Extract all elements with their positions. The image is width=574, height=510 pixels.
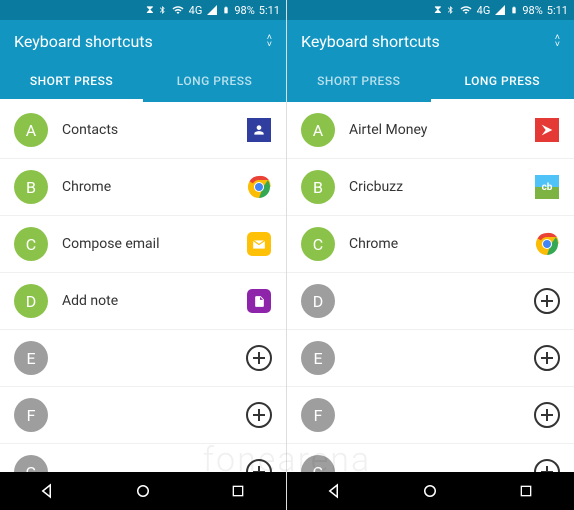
- nav-home[interactable]: [405, 482, 455, 500]
- shortcut-row[interactable]: B Chrome: [0, 159, 286, 215]
- tabs: SHORT PRESS LONG PRESS: [0, 62, 286, 102]
- add-icon[interactable]: [534, 459, 560, 472]
- shortcut-label: Contacts: [62, 122, 232, 138]
- tab-short-press[interactable]: SHORT PRESS: [0, 62, 143, 102]
- battery-icon: [222, 4, 230, 16]
- tab-long-press[interactable]: LONG PRESS: [143, 62, 286, 102]
- status-bar: ⧗ 4G 98% 5:11: [287, 0, 574, 20]
- add-icon[interactable]: [246, 459, 272, 472]
- nav-recent[interactable]: [213, 483, 263, 499]
- tabs: SHORT PRESS LONG PRESS: [287, 62, 574, 102]
- phone-left: ⧗ 4G 98% 5:11 Keyboard shortcuts ˄˅ SHOR…: [0, 0, 287, 510]
- bluetooth-icon: [158, 4, 167, 16]
- titlebar: Keyboard shortcuts ˄˅: [287, 20, 574, 62]
- status-bar: ⧗ 4G 98% 5:11: [0, 0, 286, 20]
- letter-badge: E: [14, 341, 48, 375]
- airtel-icon: [535, 118, 559, 142]
- network-label: 4G: [189, 4, 203, 17]
- letter-badge: B: [301, 170, 335, 204]
- shortcut-row[interactable]: A Airtel Money: [287, 102, 574, 158]
- shortcut-label: Chrome: [349, 236, 520, 252]
- tab-short-press[interactable]: SHORT PRESS: [287, 62, 431, 102]
- nav-back[interactable]: [23, 482, 73, 500]
- shortcut-label: Chrome: [62, 179, 232, 195]
- letter-badge: C: [301, 227, 335, 261]
- shortcut-label: Compose email: [62, 236, 232, 252]
- contacts-icon: [247, 118, 271, 142]
- signal-icon: [206, 4, 218, 16]
- hourglass-icon: ⧗: [146, 3, 154, 17]
- add-icon[interactable]: [534, 288, 560, 314]
- shortcut-list-right: A Airtel Money B Cricbuzz cb C Chrome DEF G: [287, 102, 574, 472]
- clock: 5:11: [259, 4, 280, 17]
- letter-badge: A: [301, 113, 335, 147]
- titlebar: Keyboard shortcuts ˄˅: [0, 20, 286, 62]
- shortcut-label: Add note: [62, 293, 232, 309]
- battery-percent: 98%: [234, 4, 254, 17]
- signal-icon: [494, 4, 506, 16]
- bluetooth-icon: [446, 4, 455, 16]
- letter-badge: B: [14, 170, 48, 204]
- shortcut-row[interactable]: C Chrome: [287, 216, 574, 272]
- shortcut-row[interactable]: C Compose email: [0, 216, 286, 272]
- shortcut-row[interactable]: F: [287, 387, 574, 443]
- letter-badge: A: [14, 113, 48, 147]
- shortcut-label: Airtel Money: [349, 122, 520, 138]
- letter-badge: E: [301, 341, 335, 375]
- letter-badge: F: [14, 398, 48, 432]
- shortcut-row[interactable]: F: [0, 387, 286, 443]
- letter-badge: D: [301, 284, 335, 318]
- cricbuzz-icon: cb: [535, 175, 559, 199]
- collapse-icon[interactable]: ˄˅: [555, 35, 560, 48]
- shortcut-row[interactable]: D: [287, 273, 574, 329]
- battery-icon: [510, 4, 518, 16]
- shortcut-row[interactable]: G: [0, 444, 286, 472]
- shortcut-row[interactable]: A Contacts: [0, 102, 286, 158]
- shortcut-row[interactable]: D Add note: [0, 273, 286, 329]
- wifi-icon: [459, 4, 473, 16]
- clock: 5:11: [547, 4, 568, 17]
- shortcut-row[interactable]: G: [287, 444, 574, 472]
- nav-home[interactable]: [118, 482, 168, 500]
- shortcut-row[interactable]: B Cricbuzz cb: [287, 159, 574, 215]
- mail-icon: [247, 232, 271, 256]
- page-title: Keyboard shortcuts: [301, 32, 440, 51]
- hourglass-icon: ⧗: [434, 3, 442, 17]
- collapse-icon[interactable]: ˄˅: [267, 35, 272, 48]
- add-icon[interactable]: [246, 402, 272, 428]
- letter-badge: G: [14, 455, 48, 472]
- navbar: [0, 472, 286, 510]
- add-icon[interactable]: [534, 345, 560, 371]
- battery-percent: 98%: [522, 4, 542, 17]
- add-icon[interactable]: [246, 345, 272, 371]
- network-label: 4G: [477, 4, 491, 17]
- nav-back[interactable]: [310, 482, 360, 500]
- navbar: [287, 472, 574, 510]
- chrome-icon: [247, 175, 271, 199]
- phone-right: ⧗ 4G 98% 5:11 Keyboard shortcuts ˄˅ SHOR…: [287, 0, 574, 510]
- shortcut-row[interactable]: E: [0, 330, 286, 386]
- nav-recent[interactable]: [501, 483, 551, 499]
- letter-badge: F: [301, 398, 335, 432]
- chrome-icon: [535, 232, 559, 256]
- add-icon[interactable]: [534, 402, 560, 428]
- shortcut-label: Cricbuzz: [349, 179, 520, 195]
- letter-badge: G: [301, 455, 335, 472]
- shortcut-list-left: A Contacts B Chrome C Compose email D Add note E…: [0, 102, 286, 472]
- tab-long-press[interactable]: LONG PRESS: [431, 62, 574, 102]
- shortcut-row[interactable]: E: [287, 330, 574, 386]
- letter-badge: D: [14, 284, 48, 318]
- letter-badge: C: [14, 227, 48, 261]
- wifi-icon: [171, 4, 185, 16]
- note-icon: [247, 289, 271, 313]
- page-title: Keyboard shortcuts: [14, 32, 153, 51]
